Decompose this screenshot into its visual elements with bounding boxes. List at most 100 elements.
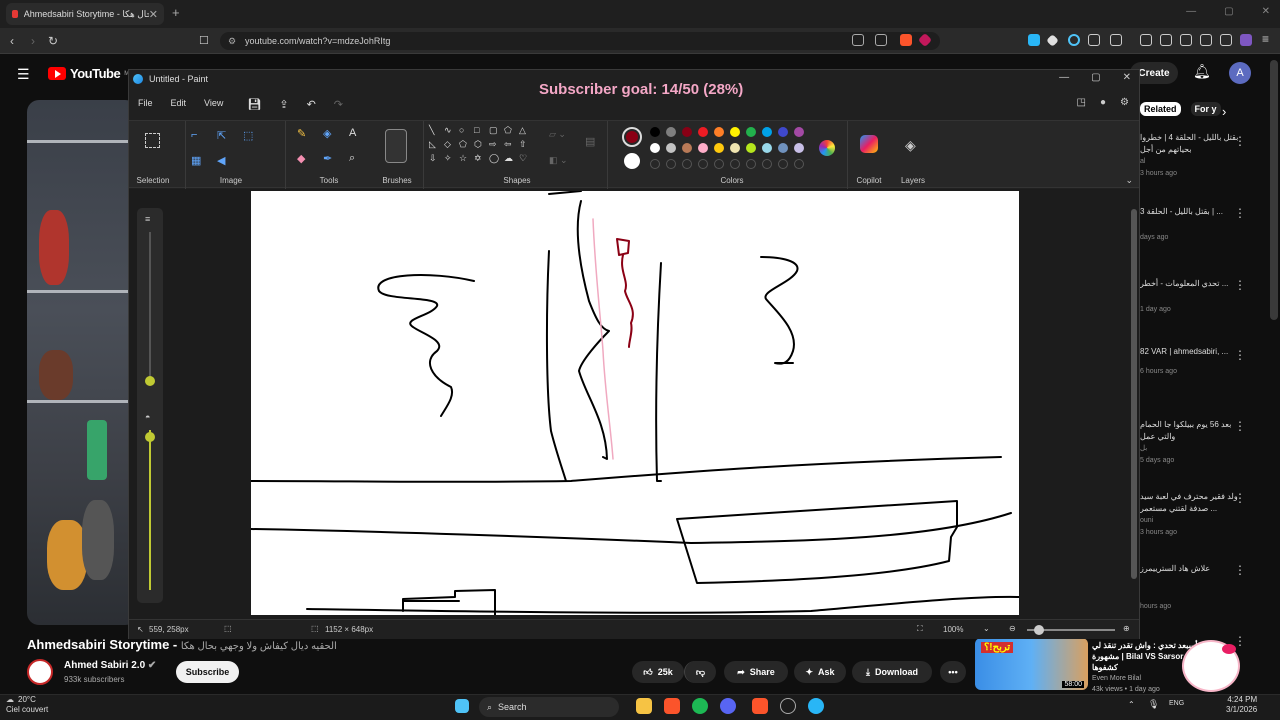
wallet-icon[interactable]: [1180, 34, 1192, 46]
flip-icon[interactable]: [243, 154, 269, 167]
arrow-up-shape-icon[interactable]: ⇧: [519, 139, 534, 150]
custom-color-slot[interactable]: [698, 159, 708, 169]
size-slider-track[interactable]: [149, 232, 151, 382]
zoom-dropdown-icon[interactable]: ⌄: [983, 624, 990, 633]
more-vert-icon[interactable]: ⋮: [1234, 348, 1246, 362]
site-info-icon[interactable]: ⚙: [228, 36, 236, 47]
primary-color-swatch[interactable]: [622, 127, 642, 147]
menu-file[interactable]: File: [138, 98, 153, 111]
custom-color-slot[interactable]: [746, 159, 756, 169]
oval-shape-icon[interactable]: ○: [459, 125, 474, 136]
drawing-canvas[interactable]: [250, 190, 1020, 616]
redo-icon[interactable]: ↷: [334, 98, 343, 111]
brave-browser-icon[interactable]: [664, 698, 680, 714]
tab-related[interactable]: Related: [1140, 102, 1181, 116]
rounded-rectangle-shape-icon[interactable]: ▢: [489, 125, 504, 136]
hexagon-shape-icon[interactable]: ⬡: [474, 139, 489, 150]
palette-swatch[interactable]: [746, 143, 756, 153]
system-clock[interactable]: 4:24 PM 3/1/2026: [1226, 695, 1257, 715]
palette-swatch[interactable]: [698, 127, 708, 137]
resize-icon[interactable]: ⇱: [217, 129, 243, 142]
diamond-shape-icon[interactable]: ◇: [444, 139, 459, 150]
callout-shape-icon[interactable]: ◯: [489, 153, 504, 164]
profile-icon[interactable]: [1240, 34, 1252, 46]
edit-icon[interactable]: [875, 34, 887, 46]
channel-avatar[interactable]: [27, 659, 53, 685]
list-item[interactable]: 82 VAR | ahmedsabiri, ... 6 hours ago: [1140, 346, 1240, 378]
more-vert-icon[interactable]: ⋮: [1234, 419, 1246, 433]
minimize-icon[interactable]: —: [1186, 6, 1196, 17]
palette-swatch[interactable]: [778, 143, 788, 153]
shapes-gallery[interactable]: ╲ ∿ ○ □ ▢ ⬠ △ ◺ ◇ ⬠ ⬡ ⇨ ⇦ ⇧ ⇩ ✧ ☆ ✡ ◯ ☁ ♡: [429, 125, 534, 164]
list-item[interactable]: بقتل بالليل - الحلقة 3 | ... days ago: [1140, 206, 1240, 244]
image-select-icon[interactable]: ⬚: [243, 129, 269, 142]
reload-icon[interactable]: ↻: [48, 34, 58, 48]
discord-icon[interactable]: [720, 698, 736, 714]
account-avatar[interactable]: A: [1229, 62, 1251, 84]
zoom-in-icon[interactable]: ⊕: [1123, 624, 1130, 633]
triangle-shape-icon[interactable]: △: [519, 125, 534, 136]
palette-swatch[interactable]: [794, 127, 804, 137]
vpn-icon[interactable]: [1220, 34, 1232, 46]
brave-shield-icon[interactable]: [900, 34, 912, 46]
shape-fill-icon[interactable]: ◧ ⌄: [549, 155, 568, 166]
color-picker-icon[interactable]: ✒: [323, 152, 349, 165]
leo-ai-icon[interactable]: [1200, 34, 1212, 46]
extension-4-icon[interactable]: [1088, 34, 1100, 46]
pentagon-shape-icon[interactable]: ⬠: [459, 139, 474, 150]
fill-bucket-icon[interactable]: ◈: [323, 127, 349, 140]
custom-color-slot[interactable]: [682, 159, 692, 169]
close-tab-icon[interactable]: ✕: [149, 8, 158, 21]
palette-swatch[interactable]: [762, 143, 772, 153]
channel-name[interactable]: Ahmed Sabiri 2.0 ✔: [64, 660, 156, 671]
text-tool-icon[interactable]: A: [349, 127, 375, 140]
obs-icon[interactable]: [780, 698, 796, 714]
collapse-ribbon-icon[interactable]: ⌄: [1125, 175, 1133, 186]
zoom-out-icon[interactable]: ⊖: [1009, 624, 1016, 633]
brave-browser-2-icon[interactable]: [752, 698, 768, 714]
maximize-icon[interactable]: ▢: [1224, 6, 1233, 17]
rectangle-shape-icon[interactable]: □: [474, 125, 489, 136]
copilot-icon[interactable]: [860, 135, 878, 153]
curve-shape-icon[interactable]: ∿: [444, 125, 459, 136]
palette-swatch[interactable]: [682, 127, 692, 137]
extension-3-icon[interactable]: [1068, 34, 1080, 46]
extension-1-icon[interactable]: [1028, 34, 1040, 46]
more-actions-button[interactable]: •••: [940, 661, 966, 683]
opacity-slider-track[interactable]: [149, 430, 151, 590]
line-shape-icon[interactable]: ╲: [429, 125, 444, 136]
palette-swatch[interactable]: [746, 127, 756, 137]
palette-swatch[interactable]: [682, 143, 692, 153]
extension-5-icon[interactable]: [1110, 34, 1122, 46]
chevron-right-icon[interactable]: ›: [1222, 104, 1226, 119]
list-item[interactable]: بعد 56 يوم ببيلكوا جا الحمام والتي عمل بل…: [1140, 419, 1240, 467]
cloud-callout-shape-icon[interactable]: ☁: [504, 153, 519, 164]
back-icon[interactable]: ‹: [10, 34, 14, 48]
menu-view[interactable]: View: [204, 98, 223, 111]
palette-swatch[interactable]: [778, 127, 788, 137]
video-player[interactable]: [27, 100, 137, 625]
settings-gear-icon[interactable]: ⚙: [1120, 97, 1129, 108]
undo-icon[interactable]: ↶: [307, 98, 316, 111]
size-slider-thumb[interactable]: [145, 376, 155, 386]
remove-background-icon[interactable]: ▦: [191, 154, 217, 167]
palette-swatch[interactable]: [650, 127, 660, 137]
maximize-icon[interactable]: ▢: [1091, 72, 1100, 83]
shape-size-icon[interactable]: ▤: [585, 135, 595, 148]
palette-swatch[interactable]: [794, 143, 804, 153]
crop-icon[interactable]: ⌐: [191, 129, 217, 142]
download-button[interactable]: ⤓ Download: [852, 661, 932, 683]
tab-for-you[interactable]: For y: [1190, 102, 1221, 116]
share-button[interactable]: ➦ Share: [724, 661, 788, 683]
close-icon[interactable]: ✕: [1262, 6, 1270, 17]
rotate-icon[interactable]: ◀: [217, 154, 243, 167]
close-icon[interactable]: ✕: [1123, 72, 1131, 83]
palette-swatch[interactable]: [730, 127, 740, 137]
fit-to-window-icon[interactable]: ⛶: [917, 624, 923, 634]
layers-icon[interactable]: ◈: [905, 137, 916, 154]
zoom-slider-thumb[interactable]: [1034, 625, 1044, 635]
palette-swatch[interactable]: [730, 143, 740, 153]
polygon-shape-icon[interactable]: ⬠: [504, 125, 519, 136]
palette-swatch[interactable]: [762, 127, 772, 137]
page-scrollbar[interactable]: [1270, 60, 1278, 320]
